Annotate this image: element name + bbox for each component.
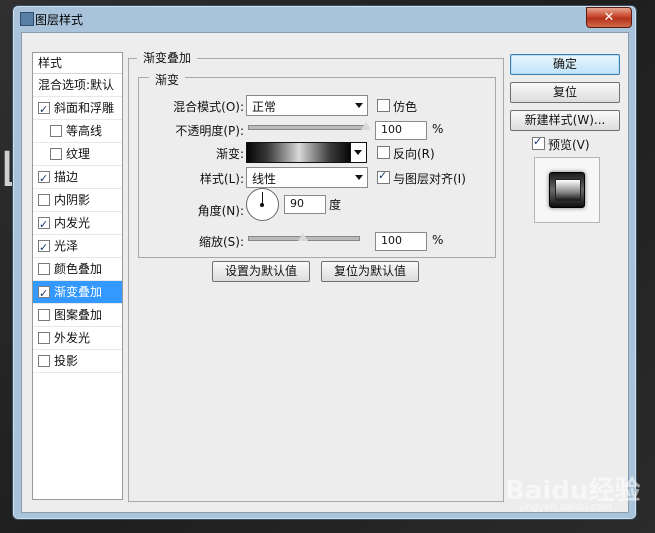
style-checkbox[interactable]	[38, 355, 50, 367]
scale-unit: %	[432, 233, 444, 247]
style-list: 样式 混合选项:默认斜面和浮雕等高线纹理描边内阴影内发光光泽颜色叠加渐变叠加图案…	[32, 52, 123, 500]
style-checkbox[interactable]	[50, 125, 62, 137]
style-list-item[interactable]: 纹理	[33, 143, 122, 166]
style-list-item-label: 内阴影	[54, 193, 91, 207]
preview-box	[534, 157, 600, 223]
align-with-layer-checkbox[interactable]	[377, 169, 390, 184]
style-checkbox[interactable]	[38, 332, 50, 344]
opacity-unit: %	[432, 122, 444, 136]
style-list-item[interactable]: 图案叠加	[33, 304, 122, 327]
blend-mode-select[interactable]: 正常	[246, 95, 368, 116]
style-list-item-label: 描边	[54, 170, 79, 184]
close-button[interactable]: ✕	[586, 7, 632, 28]
subgroup-title: 渐变	[149, 71, 186, 88]
ok-button[interactable]: 确定	[510, 54, 620, 75]
angle-unit: 度	[329, 198, 342, 212]
style-list-item-label: 渐变叠加	[54, 285, 103, 299]
opacity-input[interactable]: 100	[375, 121, 427, 140]
angle-input[interactable]: 90	[284, 195, 326, 214]
dither-label: 仿色	[393, 100, 418, 114]
gradient-label: 渐变:	[215, 147, 244, 161]
preview-label: 预览(V)	[548, 138, 590, 152]
dialog-body: 样式 混合选项:默认斜面和浮雕等高线纹理描边内阴影内发光光泽颜色叠加渐变叠加图案…	[21, 32, 629, 513]
style-list-item[interactable]: 内发光	[33, 212, 122, 235]
style-list-item-label: 斜面和浮雕	[54, 101, 115, 115]
style-list-item[interactable]: 颜色叠加	[33, 258, 122, 281]
reset-to-default-button[interactable]: 复位为默认值	[321, 261, 419, 282]
app-icon	[20, 12, 34, 26]
set-as-default-button[interactable]: 设置为默认值	[212, 261, 310, 282]
gradient-swatch[interactable]	[246, 142, 352, 163]
opacity-slider-thumb[interactable]	[361, 122, 371, 130]
reverse-label: 反向(R)	[393, 147, 435, 161]
style-list-item[interactable]: 等高线	[33, 120, 122, 143]
opacity-slider[interactable]	[248, 125, 368, 130]
new-style-button[interactable]: 新建样式(W)...	[510, 110, 620, 131]
style-list-item[interactable]: 混合选项:默认	[33, 74, 122, 97]
dither-checkbox[interactable]	[377, 99, 390, 112]
style-list-item-label: 投影	[54, 354, 79, 368]
angle-dial-center	[260, 203, 264, 207]
scale-slider-thumb[interactable]	[298, 233, 308, 241]
style-list-item-label: 纹理	[66, 147, 91, 161]
style-checkbox[interactable]	[38, 309, 50, 321]
baidu-watermark-url: jingyan.baidu.com	[520, 502, 613, 513]
style-list-item[interactable]: 光泽	[33, 235, 122, 258]
chevron-down-icon	[355, 103, 363, 108]
style-checkbox[interactable]	[38, 237, 50, 257]
opacity-label: 不透明度(P):	[175, 124, 244, 138]
title-bar[interactable]: 图层样式 ✕	[13, 6, 636, 32]
style-list-item-label: 外发光	[54, 331, 91, 345]
scale-input[interactable]: 100	[375, 232, 427, 251]
style-list-item[interactable]: 外发光	[33, 327, 122, 350]
style-list-item-label: 混合选项:默认	[38, 78, 115, 92]
gradient-dropdown-button[interactable]	[350, 142, 367, 163]
reverse-checkbox[interactable]	[377, 146, 390, 159]
style-label: 样式(L):	[199, 172, 244, 186]
style-list-item-label: 光泽	[54, 239, 79, 253]
angle-label: 角度(N):	[197, 204, 244, 218]
style-checkbox[interactable]	[38, 194, 50, 206]
style-checkbox[interactable]	[38, 283, 50, 303]
style-checkbox[interactable]	[38, 263, 50, 275]
group-title: 渐变叠加	[137, 49, 198, 66]
style-list-item-label: 等高线	[66, 124, 103, 138]
preview-checkbox[interactable]	[532, 135, 545, 150]
angle-value: 90	[290, 197, 304, 210]
scale-label: 缩放(S):	[198, 235, 244, 249]
style-list-item-label: 颜色叠加	[54, 262, 103, 276]
window-title: 图层样式	[35, 13, 84, 27]
reset-button[interactable]: 复位	[510, 82, 620, 103]
style-list-item[interactable]: 描边	[33, 166, 122, 189]
opacity-value: 100	[381, 123, 402, 136]
scale-value: 100	[381, 234, 402, 247]
style-list-item[interactable]: 投影	[33, 350, 122, 373]
layer-style-dialog: 图层样式 ✕ 样式 混合选项:默认斜面和浮雕等高线纹理描边内阴影内发光光泽颜色叠…	[12, 5, 637, 520]
style-checkbox[interactable]	[38, 168, 50, 188]
style-checkbox[interactable]	[38, 99, 50, 119]
style-checkbox[interactable]	[38, 214, 50, 234]
align-with-layer-label: 与图层对齐(I)	[393, 172, 466, 186]
style-select[interactable]: 线性	[246, 167, 368, 188]
preview-thumbnail	[549, 172, 585, 208]
style-list-item-label: 内发光	[54, 216, 91, 230]
angle-dial[interactable]	[246, 188, 279, 221]
style-list-item[interactable]: 渐变叠加	[33, 281, 122, 304]
style-checkbox[interactable]	[50, 148, 62, 160]
style-list-header[interactable]: 样式	[33, 53, 122, 74]
style-list-item[interactable]: 斜面和浮雕	[33, 97, 122, 120]
style-list-item-label: 图案叠加	[54, 308, 103, 322]
chevron-down-icon	[355, 175, 363, 180]
style-value: 线性	[252, 172, 277, 186]
style-list-item[interactable]: 内阴影	[33, 189, 122, 212]
blend-mode-value: 正常	[252, 100, 277, 114]
blend-mode-label: 混合模式(O):	[173, 100, 244, 114]
